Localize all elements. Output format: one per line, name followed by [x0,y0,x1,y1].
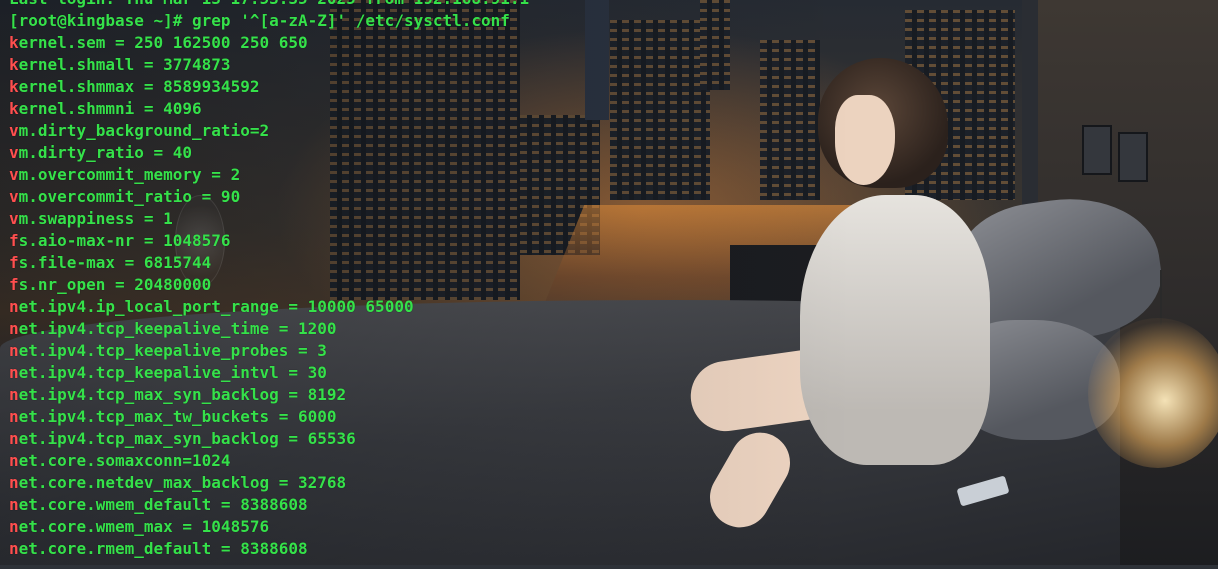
line-text: s.nr_open = 20480000 [18,275,212,294]
terminal-line: net.ipv4.tcp_max_syn_backlog = 65536 [9,428,529,450]
grep-match-char: n [9,297,19,316]
grep-match-char: f [9,253,19,272]
line-text: Last login: Thu Mar 13 17:53:35 2025 fro… [9,0,529,8]
grep-match-char: v [9,121,19,140]
line-text: et.ipv4.tcp_keepalive_intvl = 30 [18,363,327,382]
terminal-line: net.core.netdev_max_backlog = 32768 [9,472,529,494]
line-text: et.core.rmem_default = 8388608 [18,539,308,558]
line-text: m.overcommit_ratio = 90 [18,187,241,206]
terminal-line: net.ipv4.tcp_keepalive_time = 1200 [9,318,529,340]
terminal-line: kernel.shmmax = 8589934592 [9,76,529,98]
grep-match-char: v [9,209,19,228]
grep-match-char: n [9,407,19,426]
terminal-line: net.ipv4.tcp_max_syn_backlog = 8192 [9,384,529,406]
terminal-line: [root@kingbase ~]# grep '^[a-zA-Z]' /etc… [9,10,529,32]
terminal-line: vm.dirty_background_ratio=2 [9,120,529,142]
terminal-line: net.ipv4.tcp_keepalive_probes = 3 [9,340,529,362]
grep-match-char: v [9,143,19,162]
grep-match-char: n [9,429,19,448]
line-text: et.core.netdev_max_backlog = 32768 [18,473,347,492]
terminal-output[interactable]: Last login: Thu Mar 13 17:53:35 2025 fro… [9,0,529,560]
line-text: ernel.shmall = 3774873 [18,55,231,74]
line-text: et.ipv4.tcp_max_syn_backlog = 65536 [18,429,356,448]
terminal-line: net.ipv4.tcp_max_tw_buckets = 6000 [9,406,529,428]
line-text: ernel.sem = 250 162500 250 650 [18,33,308,52]
line-text: s.aio-max-nr = 1048576 [18,231,231,250]
line-text: et.ipv4.tcp_max_syn_backlog = 8192 [18,385,347,404]
grep-match-char: n [9,341,19,360]
line-text: m.dirty_background_ratio=2 [18,121,270,140]
grep-match-char: k [9,33,19,52]
grep-match-char: k [9,55,19,74]
grep-match-char: n [9,495,19,514]
line-text: et.core.wmem_max = 1048576 [18,517,270,536]
line-text: et.core.somaxconn=1024 [18,451,231,470]
grep-match-char: v [9,165,19,184]
terminal-window[interactable]: Last login: Thu Mar 13 17:53:35 2025 fro… [0,0,1218,569]
grep-match-char: n [9,319,19,338]
line-text: et.ipv4.tcp_max_tw_buckets = 6000 [18,407,337,426]
terminal-line: net.core.somaxconn=1024 [9,450,529,472]
terminal-line: net.ipv4.tcp_keepalive_intvl = 30 [9,362,529,384]
terminal-line: vm.overcommit_memory = 2 [9,164,529,186]
terminal-line: vm.overcommit_ratio = 90 [9,186,529,208]
terminal-line: fs.aio-max-nr = 1048576 [9,230,529,252]
grep-match-char: v [9,187,19,206]
line-text: ernel.shmmni = 4096 [18,99,202,118]
grep-match-char: n [9,517,19,536]
terminal-line: net.core.rmem_default = 8388608 [9,538,529,560]
line-text: et.core.wmem_default = 8388608 [18,495,308,514]
terminal-line: kernel.shmall = 3774873 [9,54,529,76]
terminal-line: vm.swappiness = 1 [9,208,529,230]
terminal-line: kernel.sem = 250 162500 250 650 [9,32,529,54]
grep-match-char: n [9,451,19,470]
terminal-line: kernel.shmmni = 4096 [9,98,529,120]
line-text: et.ipv4.tcp_keepalive_probes = 3 [18,341,327,360]
terminal-line: fs.file-max = 6815744 [9,252,529,274]
terminal-bottom-border [0,565,1218,569]
grep-match-char: n [9,385,19,404]
grep-match-char: k [9,99,19,118]
terminal-line: net.core.wmem_max = 1048576 [9,516,529,538]
line-text: et.ipv4.tcp_keepalive_time = 1200 [18,319,337,338]
grep-match-char: n [9,539,19,558]
terminal-line: vm.dirty_ratio = 40 [9,142,529,164]
terminal-line: fs.nr_open = 20480000 [9,274,529,296]
grep-match-char: n [9,473,19,492]
grep-match-char: f [9,231,19,250]
line-text: ernel.shmmax = 8589934592 [18,77,260,96]
grep-match-char: n [9,363,19,382]
grep-match-char: f [9,275,19,294]
line-text: et.ipv4.ip_local_port_range = 10000 6500… [18,297,414,316]
terminal-line: Last login: Thu Mar 13 17:53:35 2025 fro… [9,0,529,10]
grep-match-char: k [9,77,19,96]
line-text: m.overcommit_memory = 2 [18,165,241,184]
terminal-line: net.ipv4.ip_local_port_range = 10000 650… [9,296,529,318]
line-text: s.file-max = 6815744 [18,253,212,272]
line-text: m.dirty_ratio = 40 [18,143,193,162]
line-text: m.swappiness = 1 [18,209,173,228]
line-text: [root@kingbase ~]# grep '^[a-zA-Z]' /etc… [9,11,510,30]
terminal-line: net.core.wmem_default = 8388608 [9,494,529,516]
